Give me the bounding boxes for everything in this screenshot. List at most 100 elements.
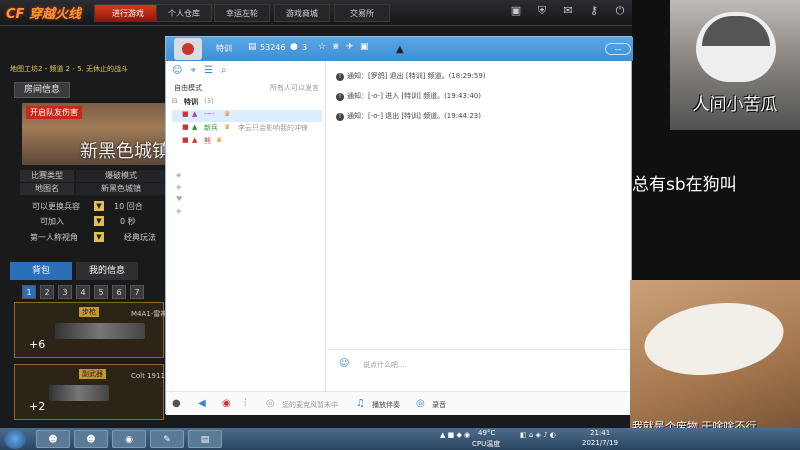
channel-name: 特训 — [184, 98, 198, 106]
channel-tree: ⊟ 特训 (3) ■ ▲ -~- ♛ ■ ▲ 新兵 ♛ 李云只会影响我的冲锋 ■… — [172, 97, 322, 149]
heart-icon[interactable]: ♥ — [176, 195, 182, 203]
dog-image — [696, 12, 776, 82]
option-row: 可以更换兵容 ▼ 10 回合 — [20, 201, 166, 214]
mic-mute-icon[interactable]: ◉ — [222, 398, 231, 409]
dog-caption: 人间小苦瓜 — [692, 95, 778, 115]
member-name: -~- — [204, 110, 215, 118]
taskbar-app-5[interactable]: ▤ — [188, 430, 222, 448]
emoji-icon[interactable]: ☺ — [339, 358, 349, 369]
speaker-icon[interactable]: ◈ — [176, 171, 182, 179]
music-icon[interactable]: ♫ — [356, 398, 365, 409]
plane-icon[interactable]: ✈ — [346, 42, 354, 52]
option-value: 0 秒 — [120, 217, 136, 226]
map-title: 新黑色城镇 — [80, 141, 170, 162]
speak-mode[interactable]: 自由模式 — [174, 83, 202, 93]
dropdown-arrow-icon[interactable]: ▼ — [94, 232, 104, 242]
shop-bag-icon[interactable]: ▣ — [510, 4, 522, 20]
crown-icon: ♛ — [216, 136, 223, 144]
record-icon[interactable]: ◎ — [416, 398, 425, 409]
member-panel: ☺ ⌖ ☰ ⌕ 自由模式 所有人可以发言 ⊟ 特训 (3) ■ ▲ -~- ♛ … — [166, 61, 326, 391]
member-row[interactable]: ■ ▲ 熊 ♛ — [172, 136, 322, 148]
expand-icon[interactable]: ⊟ — [172, 97, 178, 105]
tray-icons[interactable]: ▲ ■ ◆ ◉ — [440, 431, 470, 439]
equalizer-icon[interactable]: ⫶ — [244, 398, 247, 409]
page-button[interactable]: 1 — [22, 285, 36, 299]
room-name: 特训 — [216, 44, 232, 53]
member-icon: ● — [290, 42, 298, 52]
info-row: 比赛类型 爆破模式 — [20, 170, 166, 182]
page-button[interactable]: 4 — [76, 285, 90, 299]
member-name: 熊 — [204, 137, 211, 145]
page-button[interactable]: 7 — [130, 285, 144, 299]
speaker-mute-icon[interactable]: ◀ — [198, 398, 206, 409]
option-value: 经典玩法 — [124, 233, 156, 242]
room-avatar[interactable] — [174, 38, 202, 60]
member-note: 李云只会影响我的冲锋 — [238, 124, 308, 132]
channel-row[interactable]: ⊟ 特训 (3) — [172, 97, 322, 109]
message-text: 通知：[-o-] 进入 [特训] 频道。(19:43:40) — [347, 92, 481, 100]
mic-icon[interactable]: ◈ — [176, 183, 182, 191]
nav-play-game[interactable]: 进行游戏 — [94, 4, 162, 22]
room-info-label: 房间信息 — [14, 82, 70, 98]
dropdown-arrow-icon[interactable]: ▼ — [94, 201, 104, 211]
weapon-card-pistol[interactable]: 副武器 Colt 1911-天 +2 — [14, 364, 174, 420]
tray-icons-2[interactable]: ◧ ⌂ ◈ ♪ ◐ — [520, 431, 556, 439]
user-icon[interactable]: ☺ — [172, 65, 182, 76]
chat-toolbar: ● ◀ ◉ ⫶ ◎ 您的麦克风暂未中 ♫ 播放伴奏 ◎ 录音 — [166, 391, 633, 415]
option-label: 可以更换兵容 — [32, 202, 80, 211]
page-button[interactable]: 6 — [112, 285, 126, 299]
page-button[interactable]: 3 — [58, 285, 72, 299]
rifle-icon — [55, 323, 145, 339]
key-icon[interactable]: ⚷ — [588, 4, 600, 20]
system-message: ! 通知：[-o-] 退出 [特训] 频道。(19:44:23) — [336, 111, 626, 124]
page-button[interactable]: 5 — [94, 285, 108, 299]
nav-warehouse[interactable]: 个人仓库 — [156, 4, 212, 22]
location-icon[interactable]: ⌖ — [190, 65, 196, 76]
member-row[interactable]: ■ ▲ 新兵 ♛ 李云只会影响我的冲锋 — [172, 123, 322, 135]
power-icon[interactable]: ⏻ — [614, 4, 626, 20]
user-avatar[interactable]: ● — [172, 398, 181, 409]
friendly-fire-warning: 开启队友伤害 — [26, 106, 82, 119]
message-input[interactable]: 说点什么吧... — [363, 360, 405, 370]
page-selector: 1 2 3 4 5 6 7 — [22, 285, 144, 299]
list-icon[interactable]: ☰ — [204, 65, 213, 76]
nav-lucky-revolver[interactable]: 幸运左轮 — [214, 4, 270, 22]
taskbar-netease-music[interactable]: ◉ — [112, 430, 146, 448]
weapon-card-rifle[interactable]: 步枪 M4A1-雷神 +6 — [14, 302, 168, 358]
member-row[interactable]: ■ ▲ -~- ♛ — [172, 110, 322, 122]
page-button[interactable]: 2 — [40, 285, 54, 299]
taskbar-app-4[interactable]: ✎ — [150, 430, 184, 448]
group-icon[interactable]: ◈ — [176, 207, 182, 215]
nav-exchange[interactable]: 交易所 — [334, 4, 390, 22]
option-row: 第一人称视角 ▼ 经典玩法 — [20, 232, 166, 245]
tab-backpack[interactable]: 背包 — [10, 262, 72, 280]
nav-game-shop[interactable]: 游戏商城 — [274, 4, 330, 22]
search-icon[interactable]: ⌕ — [221, 65, 227, 76]
scroll-notice: 地图工坊2 - 频道 2 - 5. 无休止的战斗 — [10, 65, 128, 73]
weapon-type-tag: 副武器 — [79, 369, 106, 379]
mic-status: 您的麦克风暂未中 — [282, 401, 338, 409]
game-logo: CF 穿越火线 — [6, 7, 81, 22]
weapon-level: +6 — [29, 338, 46, 351]
chat-icon[interactable]: ▣ — [360, 42, 369, 52]
minimize-button[interactable]: — — [605, 43, 631, 55]
system-message: ! 通知：[罗鸽] 退出 [特训] 频道。(18:29:59) — [336, 71, 626, 84]
room-id-icon: ▤ — [248, 42, 257, 52]
shield-icon[interactable]: ⛨ — [536, 4, 548, 20]
crown-icon: ♛ — [224, 123, 231, 131]
record-label[interactable]: 录音 — [432, 400, 446, 410]
tab-my-info[interactable]: 我的信息 — [76, 262, 138, 280]
dropdown-arrow-icon[interactable]: ▼ — [94, 216, 104, 226]
music-label[interactable]: 播放伴奏 — [372, 400, 400, 410]
info-row: 地图名 新黑色城镇 — [20, 183, 166, 195]
mail-icon[interactable]: ✉ — [562, 4, 574, 20]
star-icon[interactable]: ☆ — [318, 42, 326, 52]
cat-image — [639, 294, 789, 384]
taskbar-app-1[interactable]: ☻ — [36, 430, 70, 448]
taskbar-app-2[interactable]: ☻ — [74, 430, 108, 448]
start-button[interactable] — [4, 429, 26, 449]
message-input-area[interactable]: ☺ 说点什么吧... — [327, 349, 632, 393]
weapon-name: M4A1-雷神 — [131, 310, 168, 318]
share-icon[interactable]: ⋇ — [332, 42, 340, 52]
cpu-temp: 49°C — [478, 429, 496, 437]
